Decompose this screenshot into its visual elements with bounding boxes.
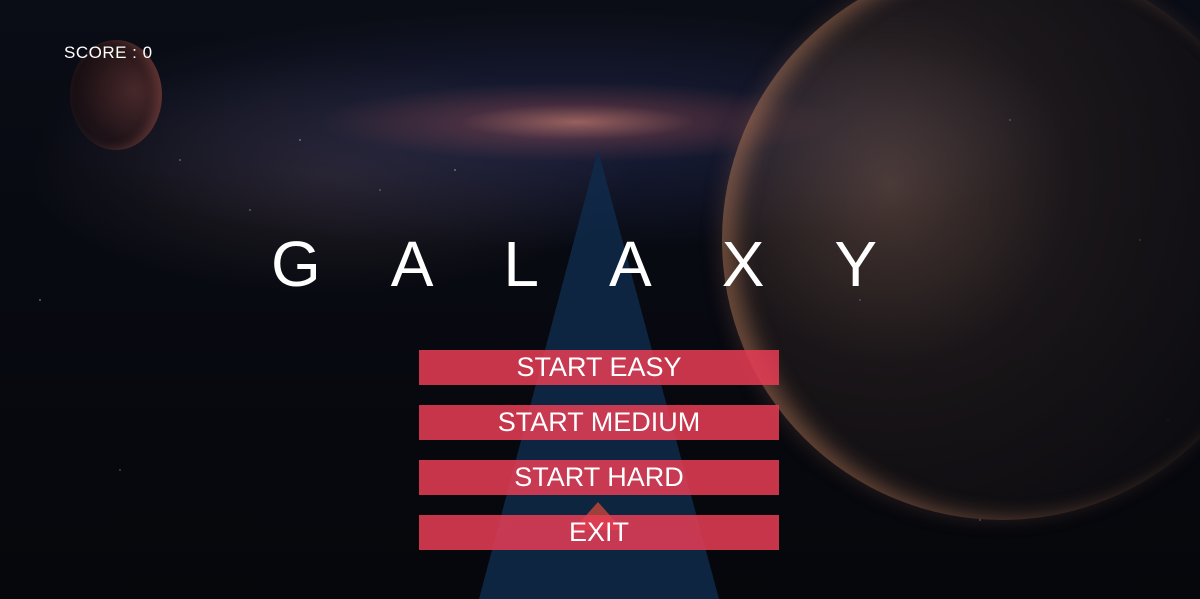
start-easy-button[interactable]: START EASY bbox=[419, 350, 779, 385]
game-title: GALAXY bbox=[270, 228, 948, 300]
game-scene: SCORE : 0 GALAXY START EASY START MEDIUM… bbox=[0, 0, 1200, 599]
score-label: SCORE : 0 bbox=[64, 43, 153, 62]
start-medium-button[interactable]: START MEDIUM bbox=[419, 405, 779, 440]
start-hard-button[interactable]: START HARD bbox=[419, 460, 779, 495]
exit-button[interactable]: EXIT bbox=[419, 515, 779, 550]
main-menu: START EASY START MEDIUM START HARD EXIT bbox=[419, 350, 779, 570]
